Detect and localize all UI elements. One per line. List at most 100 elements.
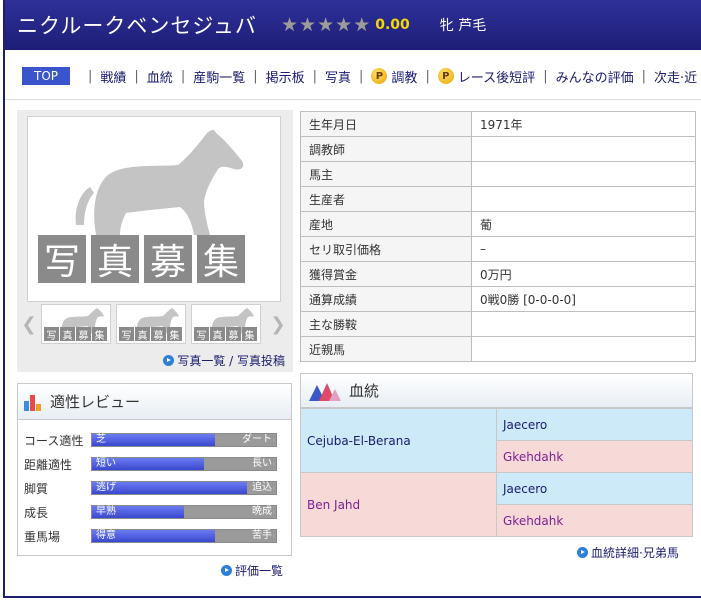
nav-top-tab[interactable]: TOP bbox=[22, 67, 70, 85]
profile-row: 生年月日 1971年 bbox=[300, 111, 696, 137]
nav-divider bbox=[5, 99, 701, 100]
evaluation-list-link[interactable]: 評価一覧 bbox=[221, 562, 283, 579]
profile-value: 0戦0勝 [0-0-0-0] bbox=[471, 286, 696, 312]
profile-key: 主な勝鞍 bbox=[300, 311, 472, 337]
nav-offspring[interactable]: 産駒一覧 bbox=[193, 67, 245, 86]
nav-photos[interactable]: 写真 bbox=[325, 67, 351, 86]
pedigree-logo-icon bbox=[309, 382, 341, 401]
sex-color: 牝 芦毛 bbox=[439, 18, 487, 34]
link-arrow-icon bbox=[221, 565, 232, 576]
aptitude-right-label: 長い bbox=[252, 458, 272, 469]
profile-key: セリ取引価格 bbox=[300, 236, 472, 262]
bar-chart-icon bbox=[24, 393, 42, 411]
nav-next-race[interactable]: 次走·近 bbox=[654, 67, 697, 86]
aptitude-right-label: 苦手 bbox=[252, 530, 272, 541]
aptitude-row: 距離適性 短い 長い bbox=[18, 452, 291, 476]
aptitude-right-label: 追込 bbox=[252, 482, 272, 493]
aptitude-bar: 逃げ 追込 bbox=[91, 481, 277, 495]
nav-training[interactable]: P 調教 bbox=[371, 67, 417, 86]
profile-value bbox=[471, 161, 696, 187]
star-icon: ★ bbox=[299, 13, 317, 36]
pedigree-dam[interactable]: Ben Jahd bbox=[300, 472, 497, 537]
star-rating: ★ ★ ★ ★ ★ 0.00 bbox=[281, 13, 410, 36]
profile-row: セリ取引価格 – bbox=[300, 236, 696, 262]
aptitude-left-label: 短い bbox=[96, 458, 116, 469]
premium-p-icon: P bbox=[371, 68, 388, 84]
photo-thumbnail[interactable]: 写真募集 bbox=[116, 304, 186, 344]
profile-row: 生産者 bbox=[300, 186, 696, 212]
profile-row: 近親馬 bbox=[300, 336, 696, 362]
pedigree-header: 血統 bbox=[300, 373, 693, 408]
pedigree-detail-link[interactable]: 血統詳細·兄弟馬 bbox=[577, 544, 679, 561]
aptitude-bar: 得意 苦手 bbox=[91, 529, 277, 543]
aptitude-review-header: 適性レビュー bbox=[18, 384, 291, 420]
pedigree-sire[interactable]: Cejuba-El-Berana bbox=[300, 408, 497, 473]
photo-wanted-label: 写 真 募 集 bbox=[38, 235, 245, 283]
aptitude-label: 重馬場 bbox=[24, 529, 61, 544]
profile-key: 馬主 bbox=[300, 161, 472, 187]
profile-row: 馬主 bbox=[300, 161, 696, 187]
pedigree-dam-dam[interactable]: Gkehdahk bbox=[496, 504, 693, 537]
link-arrow-icon bbox=[577, 547, 588, 558]
profile-row: 調教師 bbox=[300, 136, 696, 162]
profile-key: 通算成績 bbox=[300, 286, 472, 312]
profile-value: 0万円 bbox=[471, 261, 696, 287]
horse-profile-table: 生年月日 1971年 調教師 馬主 生産者 産地葡セリ取引価格 – 獲得賞金 0万円 通算成績 0戦… bbox=[300, 111, 696, 362]
aptitude-label: 脚質 bbox=[24, 481, 49, 496]
profile-value bbox=[471, 311, 696, 337]
rating-value: 0.00 bbox=[375, 17, 410, 33]
horse-name: ニクルークベンセジュバ bbox=[17, 14, 257, 38]
profile-key: 生年月日 bbox=[300, 111, 472, 137]
aptitude-review-title: 適性レビュー bbox=[50, 393, 141, 411]
profile-row: 通算成績 0戦0勝 [0-0-0-0] bbox=[300, 286, 696, 312]
aptitude-bar-fill bbox=[92, 434, 216, 446]
main-photo-placeholder[interactable]: 写 真 募 集 bbox=[27, 116, 281, 302]
nav-race-review[interactable]: P レース後短評 bbox=[437, 67, 535, 86]
aptitude-left-label: 早熟 bbox=[96, 506, 116, 517]
profile-key: 近親馬 bbox=[300, 336, 472, 362]
next-arrow-icon[interactable]: ❯ bbox=[266, 314, 290, 335]
pedigree-grid: Cejuba-El-Berana Jaecero Gkehdahk Ben Ja… bbox=[300, 408, 693, 537]
nav-results[interactable]: 戦績 bbox=[100, 67, 126, 86]
aptitude-right-label: ダート bbox=[242, 434, 272, 445]
photo-list-link[interactable]: 写真一覧 / 写真投稿 bbox=[163, 352, 285, 369]
pedigree-title: 血統 bbox=[349, 382, 380, 400]
pedigree-sire-dam[interactable]: Gkehdahk bbox=[496, 440, 693, 473]
aptitude-row: 重馬場 得意 苦手 bbox=[18, 524, 291, 548]
pedigree-dam-sire[interactable]: Jaecero bbox=[496, 472, 693, 505]
profile-key: 獲得賞金 bbox=[300, 261, 472, 287]
photo-thumbnail[interactable]: 写真募集 bbox=[41, 304, 111, 344]
star-icon: ★ bbox=[335, 13, 353, 36]
profile-value bbox=[471, 186, 696, 212]
aptitude-bar: 芝 ダート bbox=[91, 433, 277, 447]
star-icon: ★ bbox=[353, 13, 371, 36]
pedigree-sire-sire[interactable]: Jaecero bbox=[496, 408, 693, 441]
link-arrow-icon bbox=[163, 355, 175, 366]
photo-thumbnail[interactable]: 写真募集 bbox=[191, 304, 261, 344]
nav-board[interactable]: 掲示板 bbox=[266, 67, 305, 86]
photo-thumbnails: ❮ 写真募集 写真募集 写真募集 ❯ bbox=[17, 302, 293, 346]
aptitude-right-label: 晩成 bbox=[252, 506, 272, 517]
nav-pedigree[interactable]: 血統 bbox=[147, 67, 173, 86]
aptitude-row: 成長 早熟 晩成 bbox=[18, 500, 291, 524]
horse-nav: TOP | 戦績 | 血統 | 産駒一覧 | 掲示板 | 写真 | P 調教 | … bbox=[22, 63, 701, 89]
profile-key: 調教師 bbox=[300, 136, 472, 162]
premium-p-icon: P bbox=[437, 68, 454, 84]
profile-row: 主な勝鞍 bbox=[300, 311, 696, 337]
profile-value: 1971年 bbox=[471, 111, 696, 137]
profile-value: 葡 bbox=[471, 211, 696, 237]
prev-arrow-icon[interactable]: ❮ bbox=[17, 314, 41, 335]
aptitude-label: コース適性 bbox=[24, 433, 84, 448]
star-icon: ★ bbox=[317, 13, 335, 36]
profile-key: 産地 bbox=[300, 211, 472, 237]
profile-value: – bbox=[471, 236, 696, 262]
aptitude-row: コース適性 芝 ダート bbox=[18, 428, 291, 452]
profile-key: 生産者 bbox=[300, 186, 472, 212]
aptitude-left-label: 芝 bbox=[96, 434, 106, 445]
profile-row: 産地葡 bbox=[300, 211, 696, 237]
aptitude-review-rows: コース適性 芝 ダート 距離適性 短い 長い 脚質 逃げ 追込 成長 早熟 晩成 重馬場 得意 苦手 bbox=[18, 420, 291, 548]
aptitude-review-panel: 適性レビュー コース適性 芝 ダート 距離適性 短い 長い 脚質 逃げ 追込 成長 早熟 晩成 重馬場 得… bbox=[17, 383, 292, 556]
horse-header: ニクルークベンセジュバ ★ ★ ★ ★ ★ 0.00 牝 芦毛 bbox=[5, 0, 701, 50]
nav-everyone-rating[interactable]: みんなの評価 bbox=[556, 67, 634, 86]
aptitude-bar: 早熟 晩成 bbox=[91, 505, 277, 519]
